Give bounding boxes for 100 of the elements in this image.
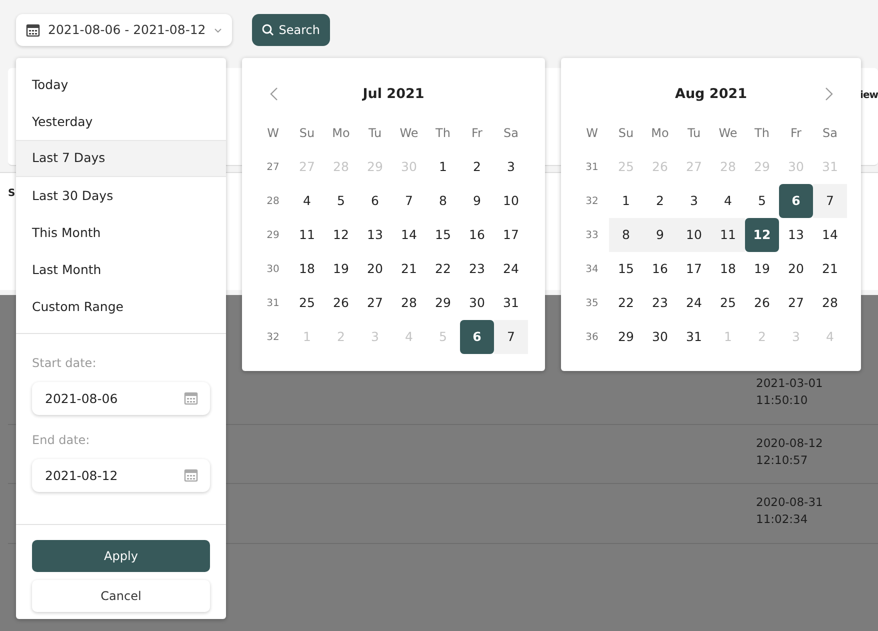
calendar-icon <box>184 468 198 482</box>
range-option[interactable]: Last 7 Days <box>16 140 226 177</box>
day-cell[interactable]: 3 <box>677 184 711 218</box>
day-cell[interactable]: 10 <box>677 218 711 252</box>
day-cell[interactable]: 26 <box>745 286 779 320</box>
day-cell[interactable]: 23 <box>643 286 677 320</box>
week-header: W <box>266 125 280 142</box>
end-date-label: End date: <box>32 432 91 449</box>
day-cell[interactable]: 11 <box>290 218 324 252</box>
day-cell[interactable]: 21 <box>813 252 847 286</box>
range-option[interactable]: Yesterday <box>16 103 226 140</box>
day-cell[interactable]: 16 <box>460 218 494 252</box>
day-cell[interactable]: 9 <box>460 184 494 218</box>
week-number: 27 <box>266 160 280 174</box>
day-cell[interactable]: 29 <box>609 320 643 354</box>
weekday-label: Fr <box>790 125 802 142</box>
day-cell[interactable]: 18 <box>711 252 745 286</box>
weekday-label: Sa <box>822 125 838 142</box>
week-number: 32 <box>266 330 280 344</box>
day-cell[interactable]: 13 <box>779 218 813 252</box>
apply-button[interactable]: Apply <box>32 540 210 572</box>
range-option[interactable]: Today <box>16 66 226 103</box>
day-cell[interactable]: 7 <box>392 184 426 218</box>
day-cell[interactable]: 7 <box>494 320 528 354</box>
day-cell[interactable]: 30 <box>460 286 494 320</box>
day-cell[interactable]: 12 <box>324 218 358 252</box>
day-cell[interactable]: 5 <box>324 184 358 218</box>
range-option[interactable]: Last 30 Days <box>16 177 226 214</box>
day-cell[interactable]: 25 <box>711 286 745 320</box>
start-date-label: Start date: <box>32 355 98 372</box>
weekday-label: Fr <box>470 125 484 142</box>
label-fragment: S <box>8 188 15 199</box>
week-number: 31 <box>266 296 280 310</box>
week-number: 31 <box>584 160 600 174</box>
end-date-field[interactable]: 2021-08-12 <box>32 459 210 492</box>
day-cell[interactable]: 24 <box>677 286 711 320</box>
weekday-label: Mo <box>331 125 351 142</box>
date-time-text: 2020-08-12 12:10:57 <box>756 434 824 468</box>
day-cell[interactable]: 20 <box>358 252 392 286</box>
day-cell[interactable]: 6 <box>358 184 392 218</box>
day-cell[interactable]: 1 <box>609 184 643 218</box>
day-cell[interactable]: 21 <box>392 252 426 286</box>
day-cell[interactable]: 8 <box>426 184 460 218</box>
day-cell[interactable]: 19 <box>324 252 358 286</box>
day-cell[interactable]: 19 <box>745 252 779 286</box>
day-cell[interactable]: 20 <box>779 252 813 286</box>
week-number: 35 <box>584 296 600 310</box>
day-cell[interactable]: 15 <box>426 218 460 252</box>
start-date-field[interactable]: 2021-08-06 <box>32 382 210 415</box>
day-cell[interactable]: 23 <box>460 252 494 286</box>
day-cell[interactable]: 13 <box>358 218 392 252</box>
day-cell[interactable]: 30 <box>643 320 677 354</box>
day-cell[interactable]: 12 <box>745 218 779 252</box>
day-cell[interactable]: 8 <box>609 218 643 252</box>
weekday-label: Su <box>617 125 635 142</box>
month-title: Jul 2021 <box>362 84 424 104</box>
day-cell[interactable]: 11 <box>711 218 745 252</box>
week-number: 29 <box>266 228 280 242</box>
day-cell[interactable]: 5 <box>745 184 779 218</box>
date-time-text: 2020-08-31 11:02:34 <box>756 494 824 528</box>
range-option[interactable]: This Month <box>16 214 226 251</box>
day-cell[interactable]: 29 <box>426 286 460 320</box>
range-option[interactable]: Custom Range <box>16 288 226 325</box>
day-cell[interactable]: 17 <box>494 218 528 252</box>
day-cell[interactable]: 28 <box>392 286 426 320</box>
date-range-button[interactable]: 2021-08-06 - 2021-08-12 <box>16 14 232 46</box>
day-cell[interactable]: 25 <box>290 286 324 320</box>
day-cell[interactable]: 18 <box>290 252 324 286</box>
day-cell[interactable]: 3 <box>494 150 528 184</box>
day-cell[interactable]: 14 <box>813 218 847 252</box>
day-cell[interactable]: 31 <box>494 286 528 320</box>
cancel-button[interactable]: Cancel <box>32 580 210 612</box>
weekday-label: Th <box>434 125 452 142</box>
calendar-icon <box>184 391 198 405</box>
day-cell[interactable]: 28 <box>813 286 847 320</box>
day-cell[interactable]: 16 <box>643 252 677 286</box>
day-cell[interactable]: 26 <box>324 286 358 320</box>
day-cell[interactable]: 7 <box>813 184 847 218</box>
week-number: 36 <box>584 330 600 344</box>
day-cell[interactable]: 6 <box>779 184 813 218</box>
day-cell[interactable]: 1 <box>426 150 460 184</box>
day-cell[interactable]: 22 <box>609 286 643 320</box>
day-cell[interactable]: 2 <box>643 184 677 218</box>
search-button[interactable]: Search <box>252 14 330 46</box>
day-cell[interactable]: 15 <box>609 252 643 286</box>
day-cell[interactable]: 2 <box>460 150 494 184</box>
day-cell[interactable]: 22 <box>426 252 460 286</box>
day-cell[interactable]: 9 <box>643 218 677 252</box>
day-cell[interactable]: 14 <box>392 218 426 252</box>
day-cell[interactable]: 4 <box>290 184 324 218</box>
range-option[interactable]: Last Month <box>16 251 226 288</box>
weekday-label: Su <box>298 125 316 142</box>
day-cell[interactable]: 6 <box>460 320 494 354</box>
day-cell[interactable]: 17 <box>677 252 711 286</box>
day-cell[interactable]: 4 <box>711 184 745 218</box>
day-cell[interactable]: 31 <box>677 320 711 354</box>
day-cell[interactable]: 24 <box>494 252 528 286</box>
day-cell[interactable]: 10 <box>494 184 528 218</box>
day-cell[interactable]: 27 <box>358 286 392 320</box>
day-cell[interactable]: 27 <box>779 286 813 320</box>
